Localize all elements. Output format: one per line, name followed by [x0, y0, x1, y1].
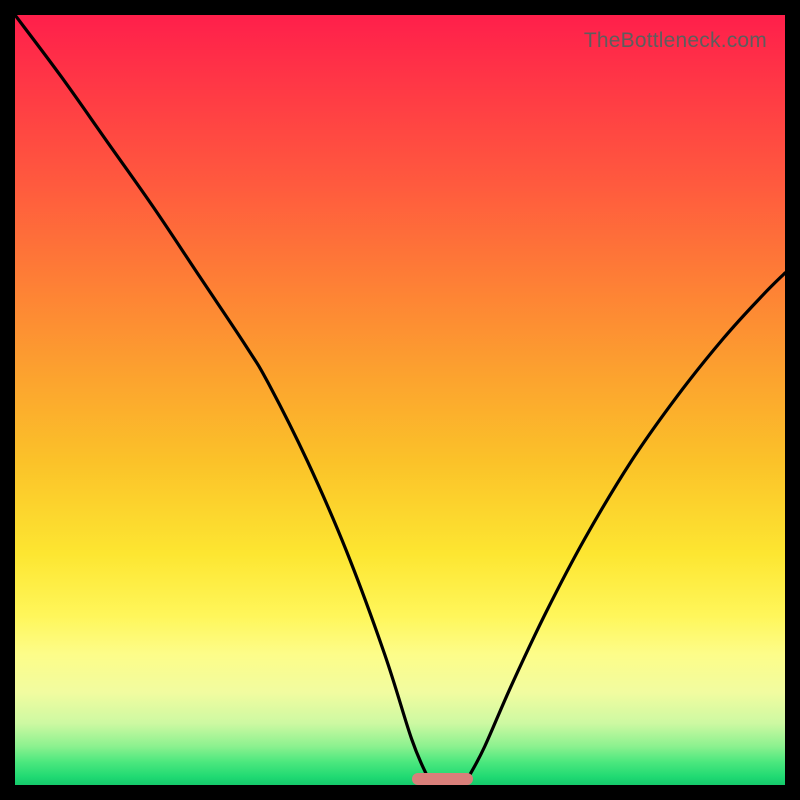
watermark-text: TheBottleneck.com	[584, 29, 767, 53]
bottleneck-curve	[15, 15, 785, 785]
bottom-pill-marker	[412, 773, 474, 785]
curve-right-branch	[469, 273, 785, 776]
curve-left-branch	[15, 15, 427, 776]
plot-area: TheBottleneck.com	[15, 15, 785, 785]
chart-frame: TheBottleneck.com	[0, 0, 800, 800]
